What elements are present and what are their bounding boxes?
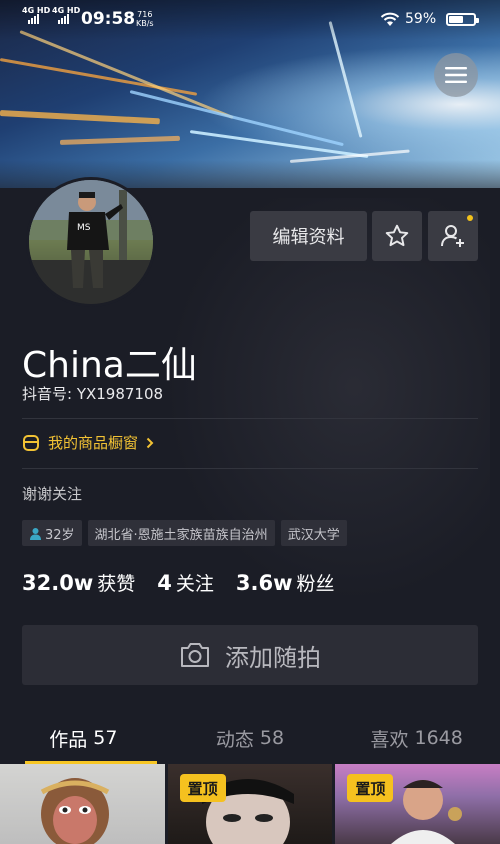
age-text: 32岁 — [45, 527, 75, 543]
shop-window-link[interactable]: 我的商品橱窗 — [22, 432, 154, 453]
speed-unit: KB/s — [136, 19, 154, 28]
camera-icon — [181, 643, 209, 667]
divider — [22, 468, 478, 469]
add-friend-button[interactable] — [428, 211, 478, 261]
add-user-icon — [441, 225, 464, 247]
following-label: 关注 — [175, 573, 214, 595]
douyin-id[interactable]: 抖音号: YX1987108 — [22, 383, 163, 404]
add-moment-button[interactable]: 添加随拍 — [22, 625, 478, 685]
svg-text:MS: MS — [77, 223, 91, 233]
signal-icon — [28, 14, 39, 24]
divider — [22, 418, 478, 419]
menu-button[interactable] — [434, 53, 478, 97]
tab-moments-label: 动态 — [215, 728, 254, 751]
following-stat[interactable]: 4 关注 — [157, 569, 214, 596]
fans-count: 3.6w — [235, 571, 293, 595]
video-thumbnail[interactable] — [0, 764, 165, 844]
bio-text: 谢谢关注 — [22, 485, 83, 503]
edit-profile-button[interactable]: 编辑资料 — [250, 211, 367, 261]
video-grid: 置顶 置顶 — [0, 764, 500, 844]
male-user-icon — [30, 527, 41, 540]
tab-works[interactable]: 作品 57 — [0, 714, 167, 765]
battery-percent: 59% — [405, 11, 437, 27]
tab-moments-count: 58 — [259, 727, 285, 749]
tab-likes-count: 1648 — [414, 727, 463, 749]
nickname: China二仙 — [22, 345, 197, 386]
notification-dot — [467, 215, 473, 221]
shop-icon — [23, 434, 39, 451]
battery-icon — [446, 13, 479, 26]
fans-stat[interactable]: 3.6w 粉丝 — [236, 569, 335, 596]
location-tag: 湖北省·恩施土家族苗族自治州 — [87, 520, 275, 546]
signal-icon-2 — [58, 14, 69, 24]
status-time: 09:58 — [81, 9, 136, 29]
video-thumbnail[interactable]: 置顶 — [335, 764, 500, 844]
network-speed: 716 KB/s — [136, 10, 154, 28]
fans-label: 粉丝 — [296, 573, 335, 595]
likes-count: 32.0w — [22, 571, 94, 595]
school-tag: 武汉大学 — [280, 520, 347, 546]
profile-tags: 32岁 湖北省·恩施土家族苗族自治州 武汉大学 — [22, 520, 347, 546]
monkey-mask-image — [40, 778, 110, 844]
star-icon — [385, 224, 409, 247]
age-tag: 32岁 — [22, 520, 82, 546]
likes-stat[interactable]: 32.0w 获赞 — [22, 569, 135, 596]
status-bar: 4G HD 4G HD 09:58 716 KB/s 59% — [0, 0, 500, 40]
tab-moments[interactable]: 动态 58 — [167, 714, 334, 762]
tab-works-count: 57 — [93, 727, 118, 749]
chevron-right-icon — [146, 437, 154, 448]
following-count: 4 — [157, 571, 172, 595]
pinned-badge: 置顶 — [179, 774, 226, 802]
speed-value: 716 — [137, 10, 153, 19]
hamburger-icon — [445, 67, 467, 83]
add-moment-label: 添加随拍 — [225, 643, 321, 672]
likes-label: 获赞 — [97, 573, 136, 595]
tab-likes-label: 喜欢 — [370, 728, 409, 751]
favorites-button[interactable] — [372, 211, 422, 261]
shop-label: 我的商品橱窗 — [48, 434, 139, 452]
wifi-icon — [380, 12, 400, 26]
tab-works-label: 作品 — [49, 728, 88, 751]
avatar-person-image: MS — [29, 180, 153, 304]
avatar[interactable]: MS — [26, 177, 156, 307]
content-tabs: 作品 57 动态 58 喜欢 1648 — [0, 714, 500, 765]
pinned-badge: 置顶 — [347, 774, 394, 802]
video-thumbnail[interactable]: 置顶 — [167, 764, 333, 844]
tab-likes[interactable]: 喜欢 1648 — [333, 714, 500, 762]
profile-stats: 32.0w 获赞 4 关注 3.6w 粉丝 — [22, 569, 357, 596]
